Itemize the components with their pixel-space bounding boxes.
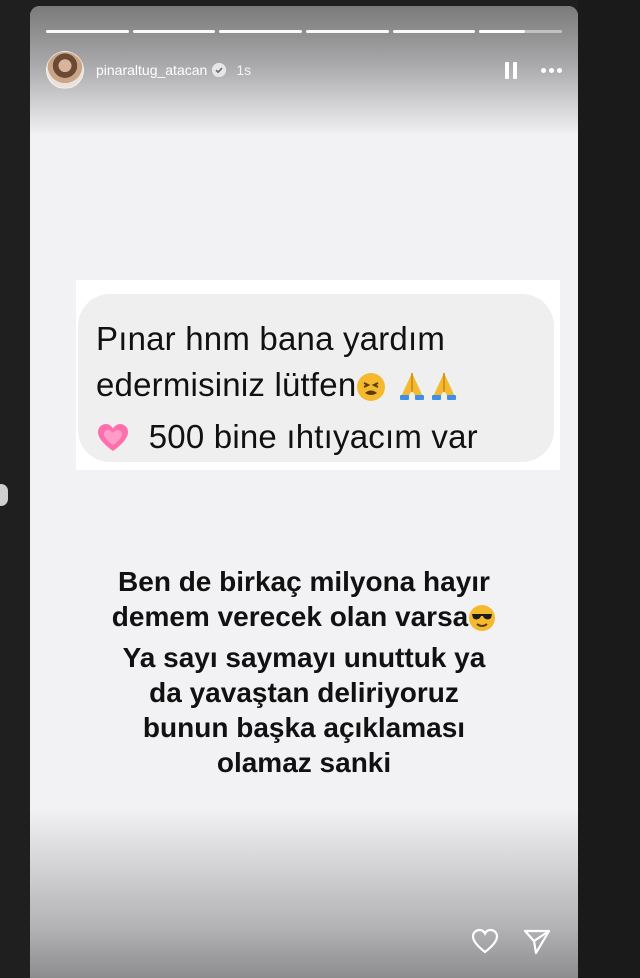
folded-hands-emoji-icon bbox=[396, 368, 428, 414]
more-icon[interactable] bbox=[541, 67, 562, 73]
caption-line-4: da yavaştan deliriyoruz bbox=[149, 677, 459, 708]
progress-segment-current bbox=[479, 30, 563, 33]
progress-segment bbox=[132, 30, 216, 33]
folded-hands-emoji-icon bbox=[428, 368, 460, 414]
verified-badge-icon bbox=[212, 63, 227, 77]
caption-line-1: Ben de birkaç milyona hayır bbox=[118, 566, 490, 597]
progress-segment bbox=[219, 30, 303, 33]
story-caption: Ben de birkaç milyona hayır demem verece… bbox=[70, 564, 538, 780]
story-actions bbox=[470, 926, 552, 956]
message-line-1: Pınar hnm bana yardım bbox=[96, 320, 446, 357]
send-icon[interactable] bbox=[522, 926, 552, 956]
message-line-3: 500 bine ıhtıyacım var bbox=[148, 418, 478, 455]
tired-face-emoji-icon bbox=[356, 368, 386, 414]
avatar[interactable] bbox=[46, 51, 84, 89]
heart-icon[interactable] bbox=[470, 926, 500, 956]
message-text: Pınar hnm bana yardım edermisiniz lütfen… bbox=[96, 316, 540, 466]
message-line-2: edermisiniz lütfen bbox=[96, 366, 357, 403]
story-progress-bar bbox=[46, 30, 563, 33]
growing-heart-emoji-icon bbox=[96, 420, 130, 466]
caption-line-2: demem verecek olan varsa bbox=[111, 601, 469, 632]
caption-line-3: Ya sayı saymayı unuttuk ya bbox=[122, 642, 486, 673]
username[interactable]: pinaraltug_atacan bbox=[96, 62, 207, 78]
previous-story-indicator[interactable] bbox=[0, 484, 8, 506]
progress-segment bbox=[392, 30, 476, 33]
story-viewer: pinaraltug_atacan 1s Pınar hnm bana yard… bbox=[30, 6, 578, 978]
story-header: pinaraltug_atacan 1s bbox=[46, 50, 562, 90]
message-bubble: Pınar hnm bana yardım edermisiniz lütfen… bbox=[78, 294, 554, 462]
caption-line-6: olamaz sanki bbox=[216, 747, 392, 778]
progress-segment bbox=[306, 30, 389, 33]
sunglasses-face-emoji-icon bbox=[468, 604, 496, 640]
right-backdrop bbox=[578, 0, 640, 978]
post-time: 1s bbox=[236, 62, 252, 78]
pause-icon[interactable] bbox=[505, 61, 517, 79]
caption-line-5: bunun başka açıklaması bbox=[142, 712, 466, 743]
progress-segment bbox=[46, 30, 129, 33]
message-screenshot-card: Pınar hnm bana yardım edermisiniz lütfen… bbox=[76, 280, 560, 470]
